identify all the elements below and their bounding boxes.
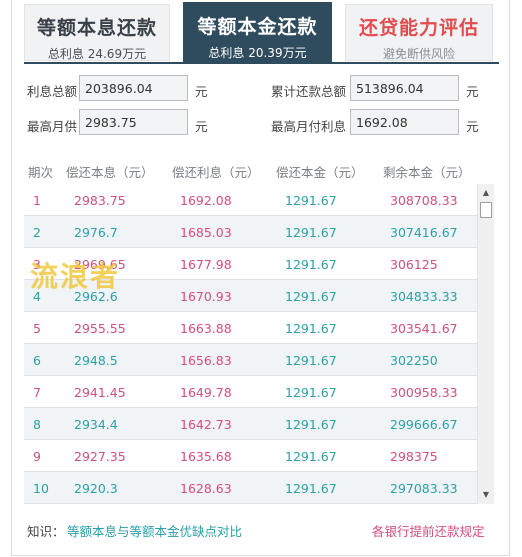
max-interest-field: 1692.08 xyxy=(350,109,459,135)
cell-remaining: 297083.33 xyxy=(390,481,458,496)
cell-principal: 1291.67 xyxy=(285,225,337,240)
knowledge-label: 知识： xyxy=(27,524,65,539)
table-row: 7 2941.45 1649.78 1291.67 300958.33 xyxy=(24,376,477,408)
cell-period: 6 xyxy=(33,353,41,368)
total-interest-field: 203896.04 xyxy=(79,75,188,101)
cell-principal: 1291.67 xyxy=(285,193,337,208)
cell-remaining: 298375 xyxy=(390,449,438,464)
cell-interest: 1628.63 xyxy=(180,481,232,496)
cell-principal: 1291.67 xyxy=(285,257,337,272)
cell-principal: 1291.67 xyxy=(285,321,337,336)
cell-remaining: 304833.33 xyxy=(390,289,458,304)
header-payment: 偿还本息（元） xyxy=(66,165,154,180)
cell-period: 10 xyxy=(33,481,49,496)
cell-period: 2 xyxy=(33,225,41,240)
cell-remaining: 306125 xyxy=(390,257,438,272)
cell-period: 7 xyxy=(33,385,41,400)
tab-equal-principal[interactable]: 等额本金还款 总利息 20.39万元 xyxy=(183,2,332,63)
cell-principal: 1291.67 xyxy=(285,481,337,496)
scroll-down-icon[interactable]: ▼ xyxy=(478,488,494,502)
cell-interest: 1670.93 xyxy=(180,289,232,304)
total-repay-field: 513896.04 xyxy=(350,75,459,101)
cell-period: 9 xyxy=(33,449,41,464)
cell-interest: 1685.03 xyxy=(180,225,232,240)
max-interest-label: 最高月付利息 xyxy=(271,119,347,134)
header-period: 期次 xyxy=(28,165,54,180)
total-repay-label: 累计还款总额 xyxy=(271,84,347,99)
scroll-up-icon[interactable]: ▲ xyxy=(478,186,494,200)
tab-subtitle: 总利息 24.69万元 xyxy=(47,47,147,61)
cell-remaining: 303541.67 xyxy=(390,321,458,336)
prepay-rules-link[interactable]: 各银行提前还款规定 xyxy=(372,521,485,540)
table-row: 8 2934.4 1642.73 1291.67 299666.67 xyxy=(24,408,477,440)
header-principal: 偿还本金（元） xyxy=(276,165,364,180)
cell-remaining: 308708.33 xyxy=(390,193,458,208)
cell-payment: 2976.7 xyxy=(74,225,118,240)
total-interest-label: 利息总额 xyxy=(27,84,78,99)
cell-remaining: 307416.67 xyxy=(390,225,458,240)
tab-underline xyxy=(24,62,499,64)
table-row: 6 2948.5 1656.83 1291.67 302250 xyxy=(24,344,477,376)
cell-payment: 2920.3 xyxy=(74,481,118,496)
cell-period: 5 xyxy=(33,321,41,336)
cell-interest: 1663.88 xyxy=(180,321,232,336)
max-monthly-label: 最高月供 xyxy=(27,119,78,134)
tab-title: 等额本金还款 xyxy=(197,16,318,38)
unit-label: 元 xyxy=(195,84,208,99)
cell-interest: 1677.98 xyxy=(180,257,232,272)
cell-principal: 1291.67 xyxy=(285,353,337,368)
max-monthly-field: 2983.75 xyxy=(79,109,188,135)
cell-payment: 2941.45 xyxy=(74,385,126,400)
tab-equal-installment[interactable]: 等额本息还款 总利息 24.69万元 xyxy=(24,4,170,61)
watermark: 流浪者 xyxy=(30,260,121,293)
cell-principal: 1291.67 xyxy=(285,449,337,464)
tab-subtitle: 避免断供风险 xyxy=(382,47,455,61)
cell-payment: 2934.4 xyxy=(74,417,118,432)
cell-principal: 1291.67 xyxy=(285,289,337,304)
unit-label: 元 xyxy=(195,119,208,134)
cell-payment: 2955.55 xyxy=(74,321,126,336)
tab-title: 还贷能力评估 xyxy=(358,17,479,39)
tab-subtitle: 总利息 20.39万元 xyxy=(208,46,307,60)
cell-remaining: 302250 xyxy=(390,353,438,368)
header-remaining: 剩余本金（元） xyxy=(383,165,471,180)
tab-repay-ability[interactable]: 还贷能力评估 避免断供风险 xyxy=(345,4,493,61)
table-scrollbar[interactable]: ▲ ▼ xyxy=(477,184,494,504)
table-row: 5 2955.55 1663.88 1291.67 303541.67 xyxy=(24,312,477,344)
table-row: 9 2927.35 1635.68 1291.67 298375 xyxy=(24,440,477,472)
schedule-table[interactable]: 1 2983.75 1692.08 1291.67 308708.33 2 2976.7 16… xyxy=(24,184,494,504)
cell-payment: 2983.75 xyxy=(74,193,126,208)
header-interest: 偿还利息（元） xyxy=(172,165,260,180)
cell-interest: 1656.83 xyxy=(180,353,232,368)
cell-period: 1 xyxy=(33,193,41,208)
tab-title: 等额本息还款 xyxy=(36,17,157,39)
cell-period: 8 xyxy=(33,417,41,432)
cell-interest: 1635.68 xyxy=(180,449,232,464)
cell-interest: 1692.08 xyxy=(180,193,232,208)
table-row: 1 2983.75 1692.08 1291.67 308708.33 xyxy=(24,184,477,216)
table-row: 10 2920.3 1628.63 1291.67 297083.33 xyxy=(24,472,477,504)
compare-link[interactable]: 等额本息与等额本金优缺点对比 xyxy=(67,521,242,540)
cell-remaining: 300958.33 xyxy=(390,385,458,400)
cell-remaining: 299666.67 xyxy=(390,417,458,432)
unit-label: 元 xyxy=(466,84,479,99)
cell-payment: 2948.5 xyxy=(74,353,118,368)
cell-principal: 1291.67 xyxy=(285,385,337,400)
cell-payment: 2927.35 xyxy=(74,449,126,464)
cell-principal: 1291.67 xyxy=(285,417,337,432)
cell-interest: 1649.78 xyxy=(180,385,232,400)
scroll-thumb[interactable] xyxy=(480,202,492,218)
table-header: 期次 偿还本息（元） 偿还利息（元） 偿还本金（元） 剩余本金（元） xyxy=(24,162,494,180)
cell-interest: 1642.73 xyxy=(180,417,232,432)
unit-label: 元 xyxy=(466,119,479,134)
table-row: 2 2976.7 1685.03 1291.67 307416.67 xyxy=(24,216,477,248)
